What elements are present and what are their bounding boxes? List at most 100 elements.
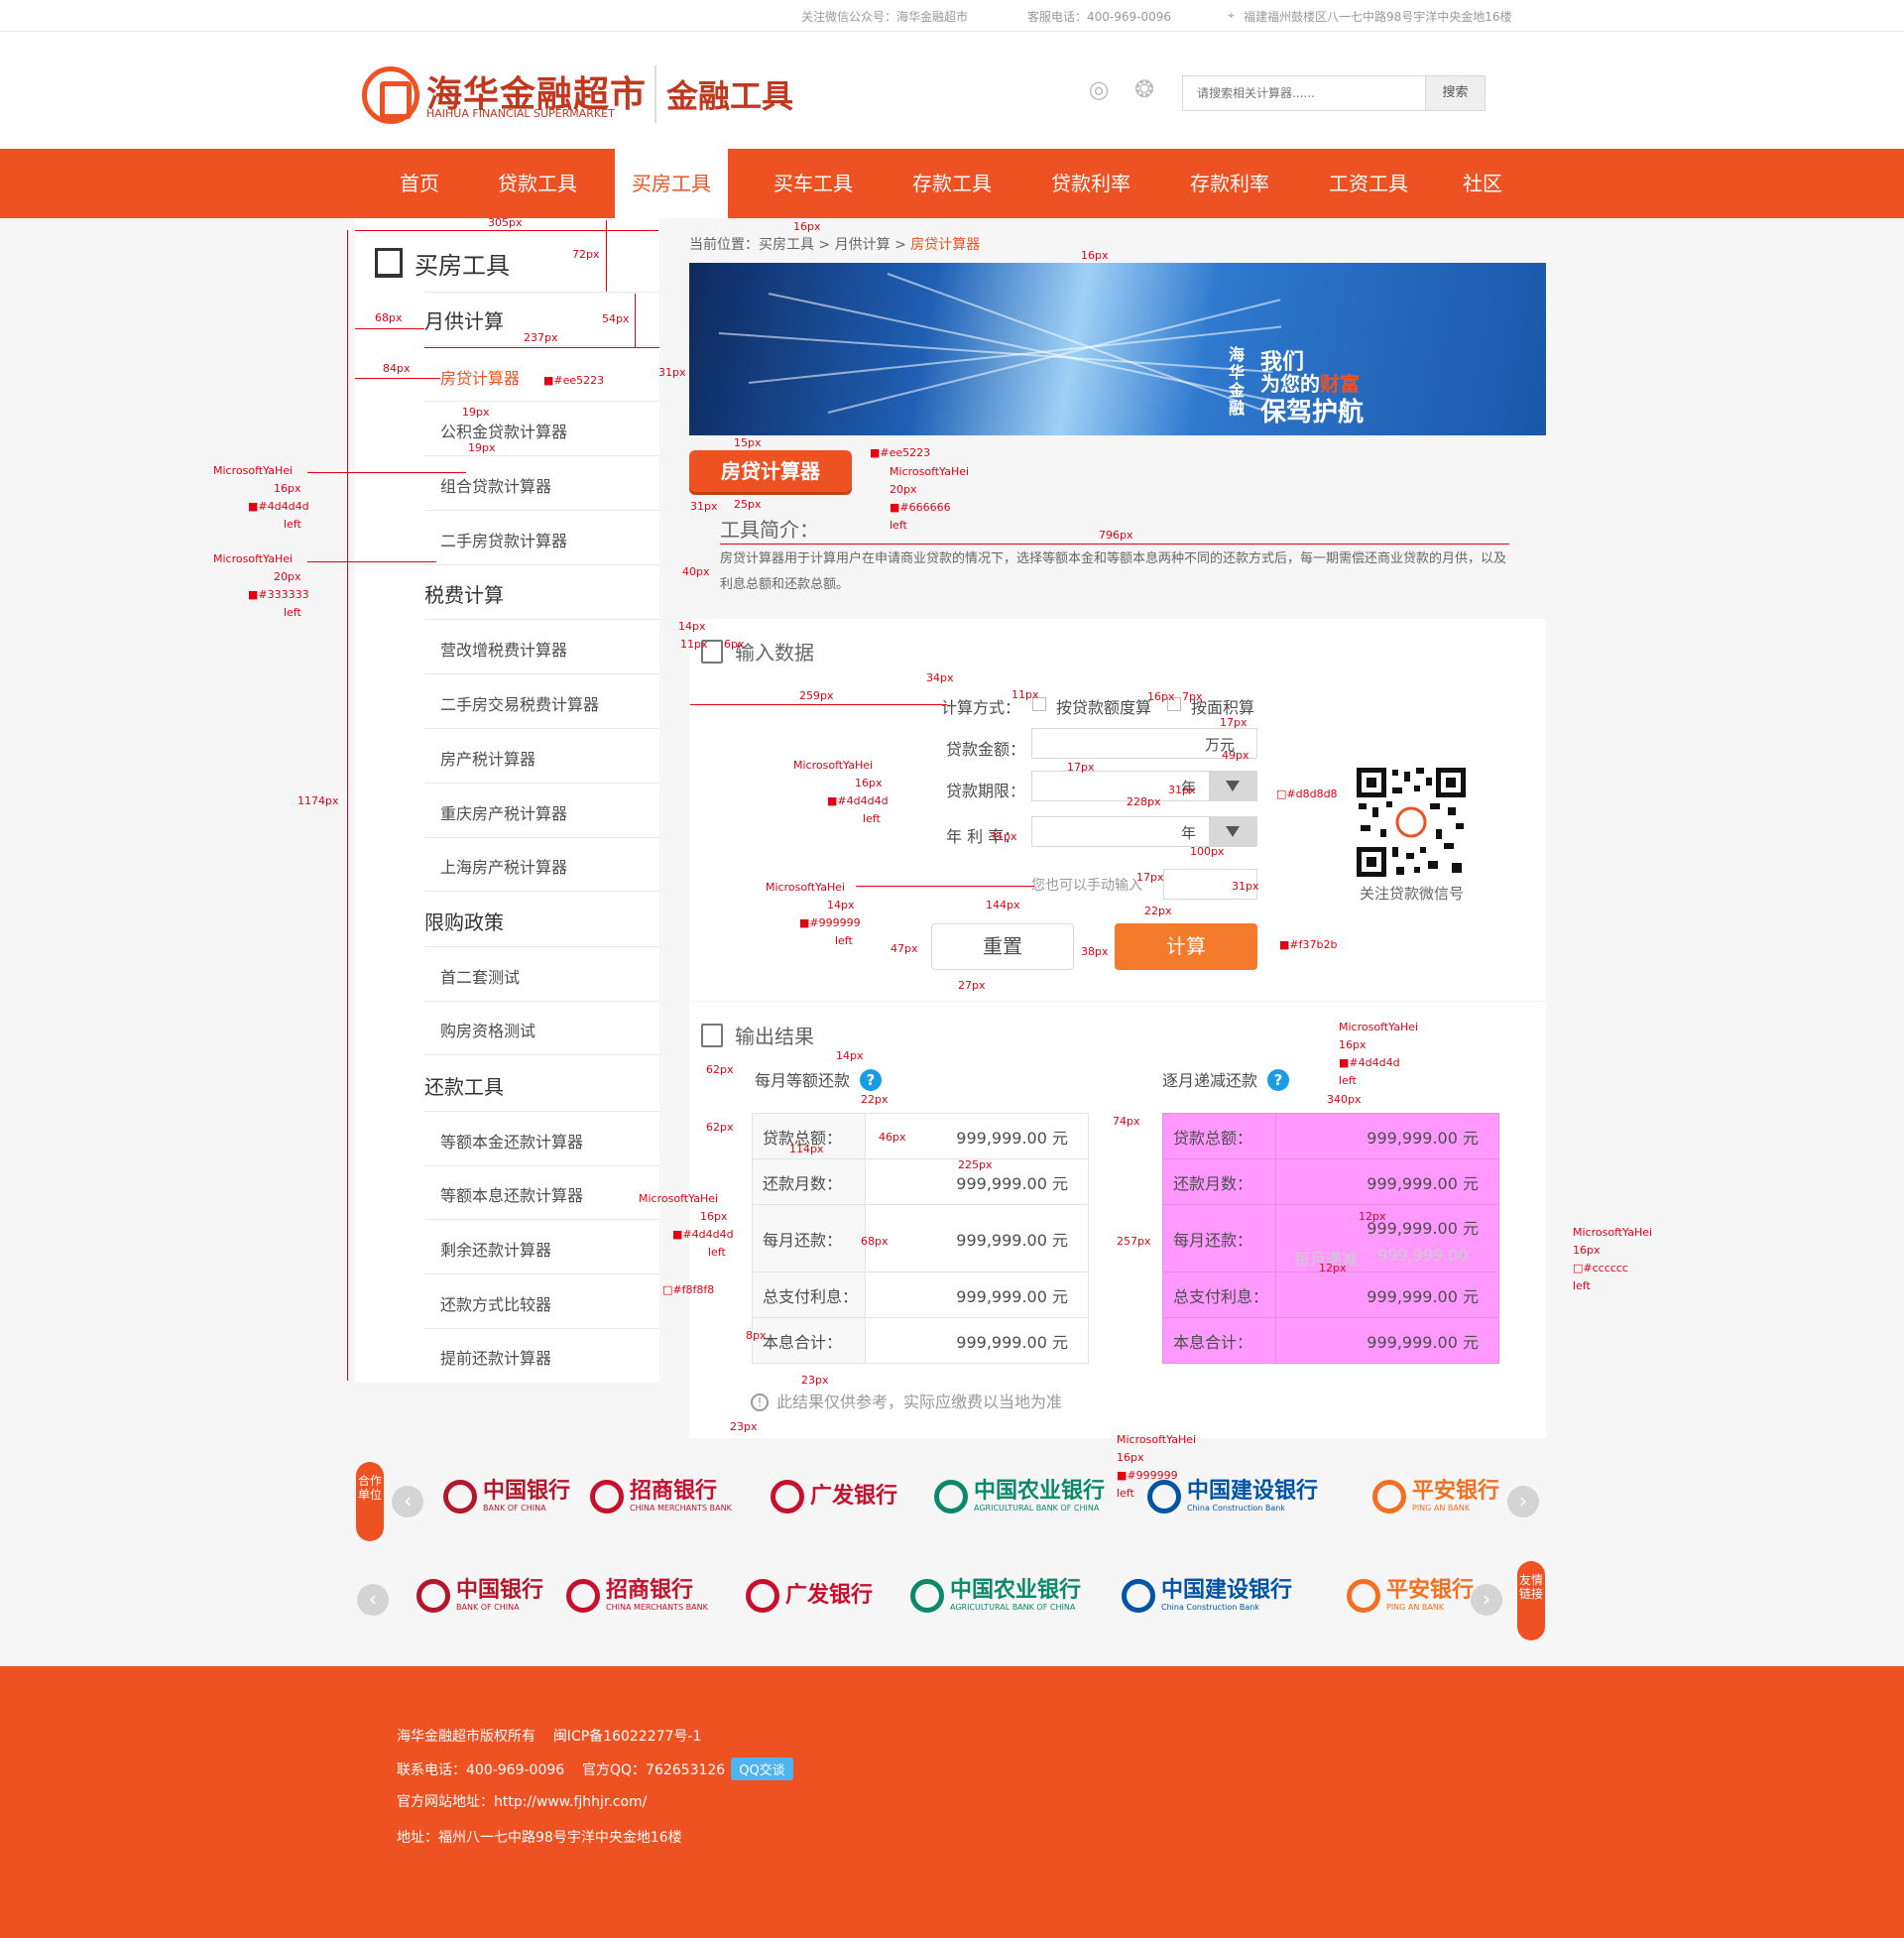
sidebar-item-equal-installment[interactable]: 等额本息还款计算器 [440, 1182, 583, 1206]
sidebar-item-vat-tax[interactable]: 营改增税费计算器 [440, 637, 567, 661]
address-text: 福建福州鼓楼区八一七中路98号宇洋中央金地16楼 [1244, 10, 1512, 24]
input-section-title: 输入数据 [701, 637, 814, 666]
bank-name: 中国建设银行 [1187, 1479, 1319, 1504]
bank-name: 中国农业银行 [950, 1578, 1082, 1603]
nav-salary-tools[interactable]: 工资工具 [1309, 149, 1428, 218]
footer-site[interactable]: 官方网站地址：http://www.fjhhjr.com/ [397, 1791, 647, 1811]
partner-bank-logo[interactable]: 招商银行 CHINA MERCHANTS BANK [590, 1480, 732, 1519]
sidebar-item-qualification-test[interactable]: 购房资格测试 [440, 1018, 536, 1041]
partners-prev-arrow[interactable]: ‹ [392, 1486, 423, 1517]
logo-icon[interactable] [362, 66, 419, 124]
search-input[interactable] [1183, 76, 1425, 110]
banner-line3: 保驾护航 [1260, 398, 1365, 427]
sidebar-item-chongqing-tax[interactable]: 重庆房产税计算器 [440, 800, 567, 824]
footer-copyright-line: 海华金融超市版权所有 闽ICP备16022277号-1 [397, 1729, 702, 1745]
calculate-button[interactable]: 计算 [1115, 923, 1257, 970]
building-icon [375, 248, 403, 278]
partner-bank-logo[interactable]: 平安银行 PING AN BANK [1372, 1480, 1499, 1519]
table-row: 本息合计： 999,999.00 元 [752, 1317, 1089, 1364]
nav-car-tools[interactable]: 买车工具 [754, 149, 873, 218]
sidebar-item-remaining[interactable]: 剩余还款计算器 [440, 1237, 551, 1261]
document-icon [701, 1024, 723, 1047]
table-row: 总支付利息： 999,999.00 元 [752, 1272, 1089, 1318]
sidebar-item-fund-loan[interactable]: 公积金贷款计算器 [440, 419, 567, 442]
links-next-arrow[interactable]: › [1471, 1584, 1502, 1616]
method-label: 计算方式： [941, 698, 1021, 717]
main-nav: 首页 贷款工具 买房工具 买车工具 存款工具 贷款利率 存款利率 工资工具 社区 [0, 149, 1904, 218]
bank-name: 中国银行 [483, 1479, 571, 1504]
links-tag: 友情链接 [1517, 1561, 1545, 1640]
result-key: 本息合计： [1162, 1317, 1276, 1364]
nav-loan-rate[interactable]: 贷款利率 [1031, 149, 1150, 218]
sidebar-group-policy: 限购政策 [424, 910, 504, 934]
sidebar-item-secondhand-loan[interactable]: 二手房贷款计算器 [440, 528, 567, 551]
bank-icon [934, 1480, 968, 1514]
bank-icon [910, 1579, 944, 1613]
link-bank-logo[interactable]: 中国建设银行 China Construction Bank [1122, 1579, 1292, 1619]
logo-english-text: HAIHUA FINANCIAL SUPERMARKET [426, 107, 615, 120]
service-phone-text: 客服电话：400-969-0096 [1027, 10, 1172, 24]
bank-name: 平安银行 [1386, 1578, 1475, 1603]
link-bank-logo[interactable]: 平安银行 PING AN BANK [1347, 1579, 1474, 1619]
sidebar-group-monthly: 月供计算 [424, 309, 504, 333]
reset-button[interactable]: 重置 [931, 923, 1074, 970]
equal-installment-help-icon[interactable]: ? [860, 1069, 883, 1091]
breadcrumb-path[interactable]: 当前位置：买房工具 > 月供计算 > [689, 237, 910, 253]
nav-community[interactable]: 社区 [1448, 149, 1517, 218]
result-key: 还款月数： [752, 1158, 866, 1205]
link-bank-logo[interactable]: 中国农业银行 AGRICULTURAL BANK OF CHINA [910, 1579, 1081, 1619]
method-amount-label[interactable]: 按贷款额度算 [1056, 694, 1151, 718]
nav-loan-tools[interactable]: 贷款工具 [486, 149, 589, 218]
sidebar-item-compare[interactable]: 还款方式比较器 [440, 1291, 551, 1315]
footer-contact-line: 联系电话：400-969-0096 官方QQ：762653126 QQ交谈 [397, 1757, 793, 1780]
partner-bank-logo[interactable]: 中国建设银行 China Construction Bank [1147, 1480, 1318, 1519]
sidebar-item-secondhand-tax[interactable]: 二手房交易税费计算器 [440, 691, 599, 715]
wechat-icon[interactable]: ❂ [1129, 75, 1160, 103]
intro-text: 房贷计算器用于计算用户在申请商业贷款的情况下，选择等额本金和等额本息两种不同的还… [720, 551, 1507, 592]
link-bank-logo[interactable]: 中国银行 BANK OF CHINA [416, 1579, 543, 1619]
nav-home[interactable]: 首页 [385, 149, 454, 218]
result-value: 999,999.00 元 [865, 1317, 1089, 1364]
search-box: 搜索 [1182, 75, 1486, 111]
partners-next-arrow[interactable]: › [1507, 1486, 1539, 1517]
nav-deposit-tools[interactable]: 存款工具 [892, 149, 1012, 218]
section-title: 金融工具 [666, 77, 794, 115]
footer-icp[interactable]: 闽ICP备16022277号-1 [553, 1729, 702, 1745]
partner-bank-logo[interactable]: 中国农业银行 AGRICULTURAL BANK OF CHINA [934, 1480, 1105, 1519]
sidebar-item-shanghai-tax[interactable]: 上海房产税计算器 [440, 854, 567, 878]
result-disclaimer: ! 此结果仅供参考，实际应缴费以当地为准 [751, 1389, 1062, 1412]
term-label: 贷款期限： [946, 782, 1026, 800]
sidebar-item-first-second-test[interactable]: 首二套测试 [440, 964, 520, 988]
link-bank-logo[interactable]: 招商银行 CHINA MERCHANTS BANK [566, 1579, 708, 1619]
weibo-icon[interactable]: ◎ [1083, 75, 1115, 103]
sidebar-item-property-tax[interactable]: 房产税计算器 [440, 746, 536, 770]
sidebar-title-text: 买房工具 [415, 252, 510, 280]
bank-english-name: China Construction Bank [1161, 1603, 1259, 1612]
wechat-account-text: 关注微信公众号：海华金融超市 [801, 10, 969, 24]
bank-name: 广发银行 [785, 1583, 874, 1608]
term-dropdown-arrow[interactable] [1209, 771, 1257, 801]
nav-deposit-rate[interactable]: 存款利率 [1170, 149, 1289, 218]
rate-dropdown-arrow[interactable] [1209, 816, 1257, 847]
result-key: 总支付利息： [1162, 1272, 1276, 1318]
sidebar-item-combined-loan[interactable]: 组合贷款计算器 [440, 473, 551, 497]
nav-house-tools[interactable]: 买房工具 [615, 149, 728, 218]
partner-bank-logo[interactable]: 中国银行 BANK OF CHINA [443, 1480, 570, 1519]
sidebar-item-equal-principal[interactable]: 等额本金还款计算器 [440, 1129, 583, 1152]
link-bank-logo[interactable]: 广发银行 [746, 1579, 873, 1619]
search-button[interactable]: 搜索 [1425, 76, 1485, 110]
partner-bank-logo[interactable]: 广发银行 [771, 1480, 897, 1519]
bank-name: 平安银行 [1412, 1479, 1500, 1504]
result-key: 本息合计： [752, 1317, 866, 1364]
qq-chat-button[interactable]: QQ交谈 [731, 1757, 793, 1780]
decreasing-help-icon[interactable]: ? [1267, 1069, 1290, 1091]
rate-unit: 年 [1181, 824, 1197, 842]
sidebar-item-prepayment[interactable]: 提前还款计算器 [440, 1345, 551, 1369]
bank-name: 招商银行 [606, 1578, 694, 1603]
links-prev-arrow[interactable]: ‹ [357, 1584, 389, 1616]
bank-icon [1147, 1480, 1181, 1514]
bank-name: 中国银行 [456, 1578, 544, 1603]
bank-icon [746, 1579, 779, 1613]
result-value: 999,999.00 元 [1275, 1113, 1499, 1159]
sidebar-item-mortgage-calc[interactable]: 房贷计算器 [440, 365, 520, 389]
